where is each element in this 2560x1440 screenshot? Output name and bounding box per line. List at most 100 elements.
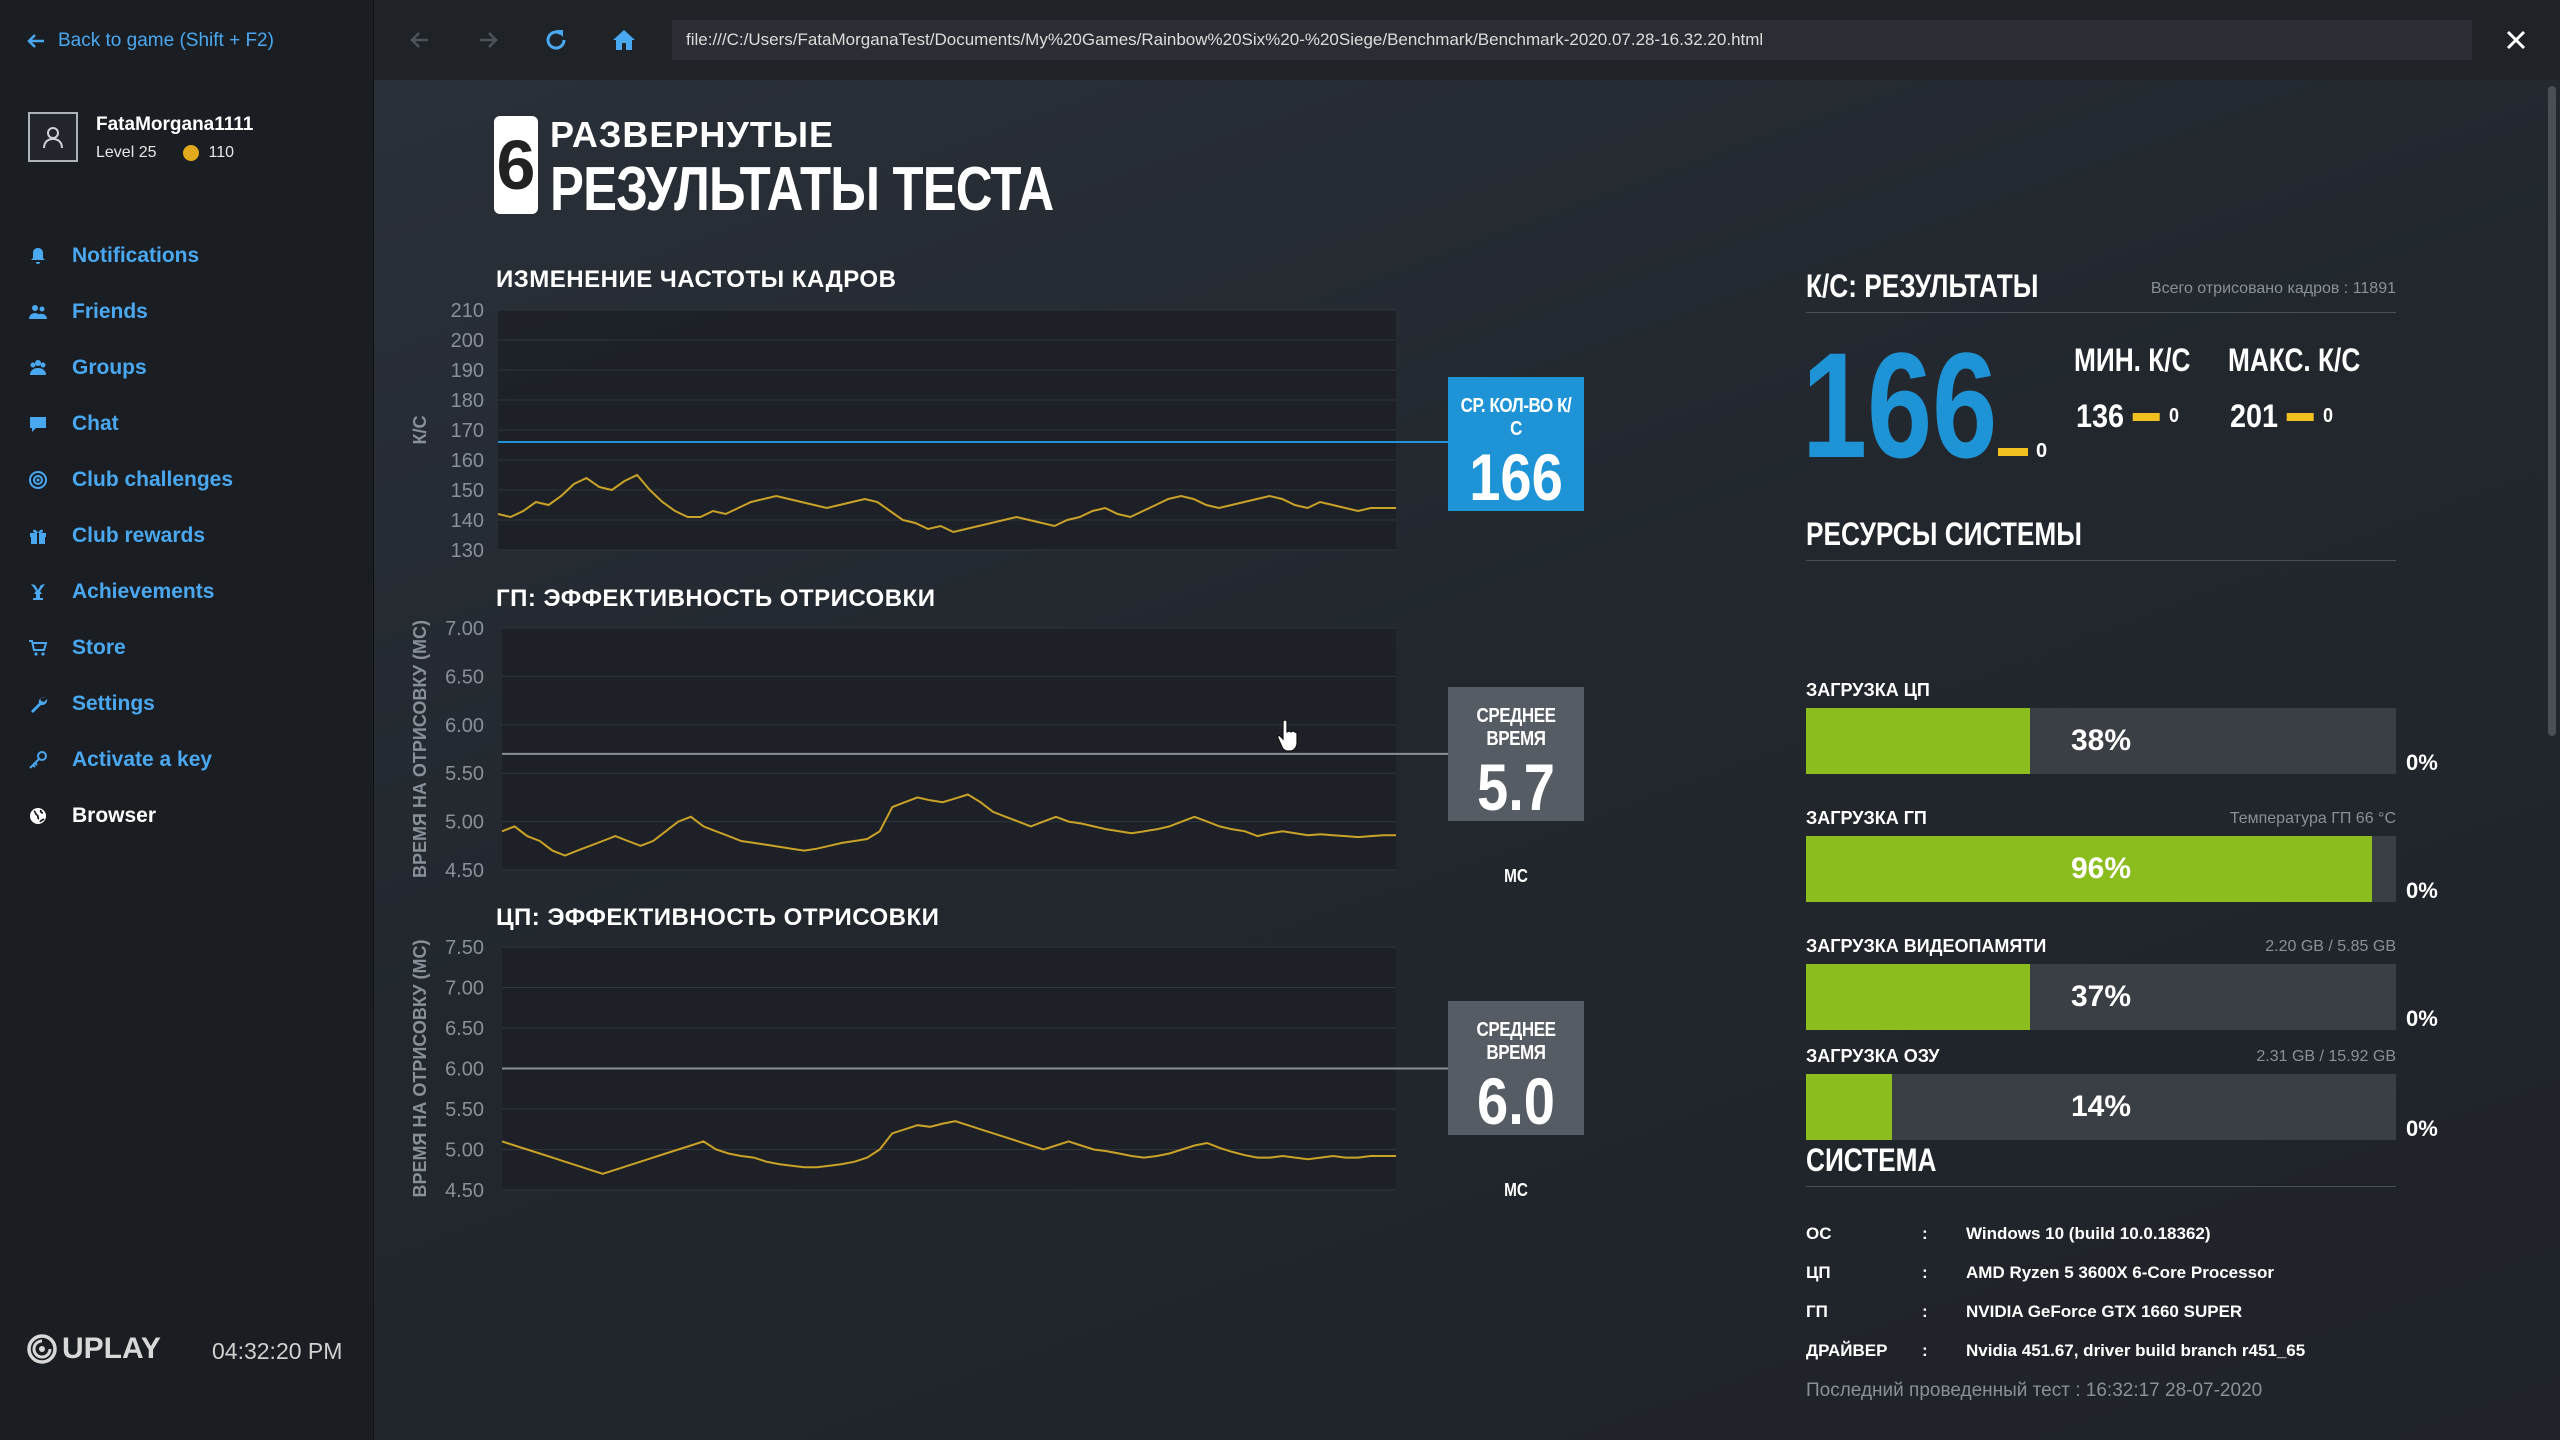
max-drops-value: 0 <box>2323 405 2334 427</box>
resource-percent: 38% <box>2070 724 2132 757</box>
sidebar-item-label: Notifications <box>72 244 200 267</box>
y-tick-label: 6.50 <box>445 666 484 688</box>
brand-name: UPLAY <box>62 1332 161 1365</box>
y-tick-label: 160 <box>451 450 484 472</box>
y-tick-label: 6.50 <box>445 1018 484 1040</box>
min-fps-label: МИН. К/С <box>2074 342 2191 378</box>
y-tick-label: 6.00 <box>445 715 484 737</box>
sidebar-item-label: Chat <box>72 412 119 435</box>
resource-label: ЗАГРУЗКА ВИДЕОПАМЯТИ <box>1806 936 2047 956</box>
sidebar: Back to game (Shift + F2) FataMorgana111… <box>0 0 374 1440</box>
frames-total: Всего отрисовано кадров : 11891 <box>2150 280 2396 297</box>
target-icon <box>29 471 47 489</box>
system-key: ГП <box>1806 1302 1828 1321</box>
y-tick-label: 150 <box>451 480 484 502</box>
browser-forward-button[interactable] <box>470 22 506 58</box>
avg-gpu-unit: МС <box>1504 866 1528 886</box>
scrollbar[interactable] <box>2548 86 2556 736</box>
max-fps-label: МАКС. К/С <box>2228 342 2361 378</box>
chat-icon <box>30 417 46 432</box>
sidebar-item-label: Achievements <box>72 580 215 603</box>
system-key: ЦП <box>1806 1263 1831 1282</box>
divider <box>1806 560 2396 561</box>
sidebar-item-notifications[interactable]: Notifications <box>0 228 373 284</box>
resource-bar: 14% <box>1806 1074 2396 1140</box>
user-coins: 110 <box>208 144 235 161</box>
sidebar-item-settings[interactable]: Settings <box>0 676 373 732</box>
resource-zero-label: 0% <box>2406 750 2438 775</box>
arrow-right-icon <box>480 32 498 48</box>
y-tick-label: 140 <box>451 510 484 532</box>
divider <box>1806 312 2396 313</box>
sidebar-item-club-challenges[interactable]: Club challenges <box>0 452 373 508</box>
browser-back-button[interactable] <box>402 22 438 58</box>
y-tick-label: 4.50 <box>445 860 484 882</box>
system-separator: : <box>1922 1224 1928 1243</box>
user-icon <box>43 127 63 149</box>
avg-cpu-value: 6.0 <box>1477 1064 1555 1138</box>
drop-bar-icon <box>2287 412 2315 421</box>
key-icon <box>29 751 47 769</box>
sidebar-item-label: Store <box>72 636 126 659</box>
browser-reload-button[interactable] <box>538 22 574 58</box>
sidebar-item-activate-key[interactable]: Activate a key <box>0 732 373 788</box>
sidebar-item-label: Friends <box>72 300 148 323</box>
gift-icon <box>30 529 46 544</box>
y-axis-label: ВРЕМЯ НА ОТРИСОВКУ (МС) <box>410 939 430 1197</box>
benchmark-page: 6 РАЗВЕРНУТЫЕ РЕЗУЛЬТАТЫ ТЕСТА ИЗМЕНЕНИЕ… <box>374 80 2560 1440</box>
sidebar-item-club-rewards[interactable]: Club rewards <box>0 508 373 564</box>
avg-fps-box: СР. КОЛ-ВО К/С 166 <box>1448 377 1584 514</box>
avg-fps-value: 166 <box>1469 440 1563 514</box>
avg-drops-value: 0 <box>2036 440 2048 462</box>
home-icon <box>613 30 635 50</box>
resource-label: ЗАГРУЗКА ГП <box>1806 808 1927 828</box>
y-tick-label: 7.00 <box>445 978 484 1000</box>
mouse-cursor-icon <box>1277 720 1298 752</box>
avg-cpu-box: СРЕДНЕЕ ВРЕМЯ 6.0 МС <box>1448 1001 1584 1200</box>
arrow-left-icon <box>27 34 44 48</box>
cart-icon <box>29 640 48 656</box>
bell-icon <box>31 248 45 264</box>
back-to-game-link[interactable]: Back to game (Shift + F2) <box>26 26 274 56</box>
sidebar-item-label: Groups <box>72 356 147 379</box>
avg-fps-big: 166 <box>1802 321 1998 489</box>
resource-zero-label: 0% <box>2406 1006 2438 1031</box>
resource-percent: 37% <box>2070 980 2132 1013</box>
y-axis-label: ВРЕМЯ НА ОТРИСОВКУ (МС) <box>410 620 430 878</box>
coin-icon <box>182 145 199 161</box>
last-test-timestamp: Последний проведенный тест : 16:32:17 28… <box>1806 1380 2263 1401</box>
avatar[interactable] <box>28 112 78 162</box>
groups-icon <box>30 360 46 375</box>
sidebar-item-browser[interactable]: Browser <box>0 788 373 844</box>
back-to-game-label: Back to game (Shift + F2) <box>58 30 274 51</box>
wrench-icon <box>31 696 48 713</box>
sidebar-item-store[interactable]: Store <box>0 620 373 676</box>
globe-icon <box>30 808 46 824</box>
sidebar-item-chat[interactable]: Chat <box>0 396 373 452</box>
sidebar-item-label: Activate a key <box>72 748 213 771</box>
browser-home-button[interactable] <box>606 22 642 58</box>
avg-gpu-box: СРЕДНЕЕ ВРЕМЯ 5.7 МС <box>1448 687 1584 886</box>
min-fps: 136 0 <box>2076 398 2179 435</box>
divider <box>1806 1186 2396 1187</box>
min-drops-value: 0 <box>2169 405 2180 427</box>
resource-note: 2.20 GB / 5.85 GB <box>2265 938 2396 955</box>
sidebar-item-groups[interactable]: Groups <box>0 340 373 396</box>
browser-toolbar <box>374 0 2560 80</box>
sidebar-item-friends[interactable]: Friends <box>0 284 373 340</box>
y-tick-label: 5.50 <box>445 763 484 785</box>
close-icon <box>2506 30 2526 50</box>
sidebar-item-achievements[interactable]: Achievements <box>0 564 373 620</box>
min-fps-value: 136 <box>2076 398 2125 434</box>
y-tick-label: 170 <box>451 420 484 442</box>
resource-label: ЗАГРУЗКА ОЗУ <box>1806 1046 1940 1066</box>
sidebar-item-label: Browser <box>72 804 157 827</box>
y-tick-label: 5.50 <box>445 1099 484 1121</box>
system-value: Nvidia 451.67, driver build branch r451_… <box>1966 1341 2306 1360</box>
browser-close-button[interactable] <box>2498 22 2534 58</box>
y-tick-label: 200 <box>451 330 484 352</box>
benchmark-charts: 210 200 190 180 170 160 150 140 130 К/С 7.00 6.50 6.… <box>410 300 1448 1202</box>
url-field[interactable] <box>672 20 2472 60</box>
user-profile[interactable]: FataMorgana1111 Level 25 110 <box>28 112 358 172</box>
resource-bar: 96% <box>1806 836 2396 902</box>
